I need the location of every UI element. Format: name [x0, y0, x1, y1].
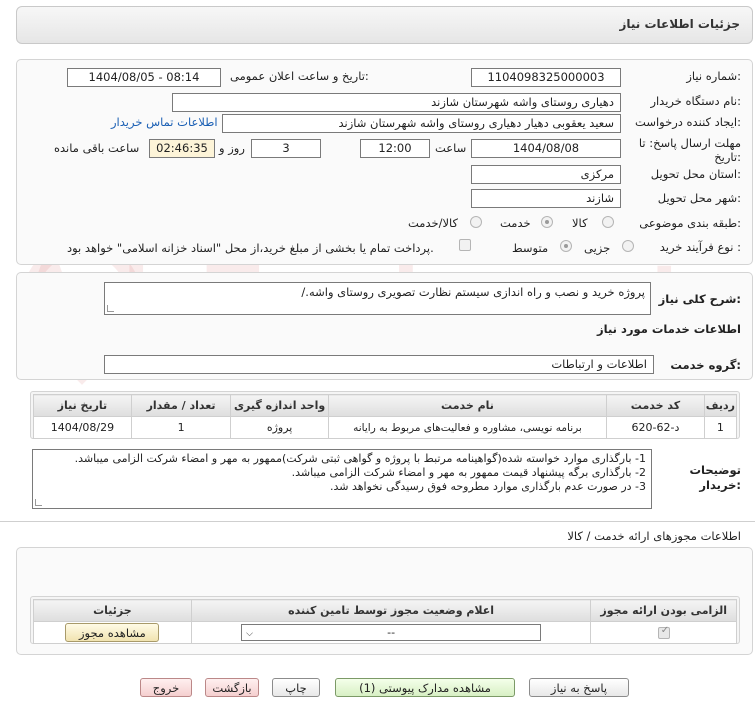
resize-handle-icon[interactable]: [35, 499, 42, 506]
days-remaining-field: 3: [251, 139, 321, 158]
cell-permit-details: مشاهده مجوز: [33, 621, 192, 644]
permits-table: الزامی بودن ارائه مجوز اعلام وضعیت مجوز …: [33, 599, 737, 644]
col-need-date: تاریخ نیاز: [33, 394, 132, 417]
treasury-payment-checkbox[interactable]: [459, 239, 471, 251]
col-unit: واحد اندازه گیری: [230, 394, 329, 417]
time-remaining-label: ساعت باقی مانده: [54, 141, 140, 155]
page-header: جزئیات اطلاعات نیاز: [16, 6, 753, 44]
buyer-notes-label: توضیحات خریدار:: [689, 463, 742, 492]
process-radio-medium[interactable]: [560, 240, 572, 252]
services-table-wrap: ردیف کد خدمت نام خدمت واحد اندازه گیری ت…: [30, 391, 740, 439]
col-permit-details: جزئیات: [33, 599, 192, 622]
permit-status-value: --: [387, 626, 396, 639]
city-field: شازند: [471, 189, 621, 208]
need-description-textarea[interactable]: پروژه خرید و نصب و راه اندازی سیستم نظار…: [104, 282, 651, 315]
permit-status-select[interactable]: -- ⌵: [241, 624, 542, 641]
creator-field: سعید یعقوبی دهیار دهیاری روستای واشه شهر…: [222, 114, 621, 133]
cell-unit: پروژه: [230, 416, 329, 439]
col-quantity: تعداد / مقدار: [130, 394, 232, 417]
exit-button[interactable]: خروج: [140, 678, 192, 697]
col-permit-status: اعلام وضعیت مجوز توسط تامین کننده: [190, 599, 592, 622]
reply-to-need-button[interactable]: پاسخ به نیاز: [529, 678, 629, 697]
need-description-text: پروژه خرید و نصب و راه اندازی سیستم نظار…: [301, 285, 645, 299]
buyer-notes-textarea[interactable]: 1- بارگذاری موارد خواسته شده(گواهینامه م…: [32, 449, 652, 509]
page-title: جزئیات اطلاعات نیاز: [619, 17, 740, 31]
treasury-payment-note: پرداخت تمام یا بخشی از مبلغ خرید،از محل …: [67, 241, 434, 255]
category-radio-goods[interactable]: [602, 216, 614, 228]
chevron-down-icon: ⌵: [246, 629, 253, 639]
service-group-field: اطلاعات و ارتباطات: [104, 355, 654, 374]
buyer-org-field: دهیاری روستای واشه شهرستان شازند: [172, 93, 621, 112]
deadline-time-label: ساعت: [435, 141, 467, 155]
cell-permit-required: ✓: [590, 621, 737, 644]
need-number-field: 1104098325000003: [471, 68, 621, 87]
view-attachments-button[interactable]: مشاهده مدارک پیوستی (1): [335, 678, 515, 697]
col-service-code: کد خدمت: [606, 394, 705, 417]
province-field: مرکزی: [471, 165, 621, 184]
services-table: ردیف کد خدمت نام خدمت واحد اندازه گیری ت…: [33, 394, 738, 439]
permit-required-checkbox[interactable]: ✓: [657, 625, 670, 639]
process-label: نوع فرآیند خرید :: [659, 240, 741, 254]
category-option-goods: کالا: [572, 216, 588, 230]
category-option-goods-service: کالا/خدمت: [408, 216, 459, 230]
cell-row: 1: [703, 416, 738, 439]
check-icon: ✓: [660, 625, 670, 636]
need-number-label: شماره نیاز:: [686, 69, 741, 83]
deadline-time-field: 12:00: [360, 139, 430, 158]
cell-permit-status: -- ⌵: [190, 621, 592, 644]
deadline-date-field: 1404/08/08: [471, 139, 621, 158]
print-button[interactable]: چاپ: [272, 678, 320, 697]
cell-service-code: د-62-620: [606, 416, 705, 439]
days-label: روز و: [219, 141, 245, 155]
col-permit-required: الزامی بودن ارائه مجوز: [590, 599, 737, 622]
time-remaining-field: 02:46:35: [149, 139, 215, 158]
table-row: 1 د-62-620 برنامه نویسی، مشاوره و فعالیت…: [33, 416, 738, 439]
col-service-name: نام خدمت: [327, 394, 608, 417]
resize-handle-icon[interactable]: [107, 305, 114, 312]
deadline-label: مهلت ارسال پاسخ: تا تاریخ:: [638, 136, 741, 164]
permits-table-header: الزامی بودن ارائه مجوز اعلام وضعیت مجوز …: [33, 599, 737, 622]
services-table-header: ردیف کد خدمت نام خدمت واحد اندازه گیری ت…: [33, 394, 738, 417]
need-description-label: شرح کلی نیاز:: [658, 292, 741, 306]
cell-quantity: 1: [130, 416, 232, 439]
creator-label: ایجاد کننده درخواست:: [635, 115, 741, 129]
view-permit-button[interactable]: مشاهده مجوز: [65, 623, 160, 642]
buyer-note-line: 3- در صورت عدم بارگذاری موارد مطروحه فوق…: [330, 480, 646, 493]
permits-table-wrap: الزامی بودن ارائه مجوز اعلام وضعیت مجوز …: [30, 596, 740, 644]
services-heading: اطلاعات خدمات مورد نیاز: [597, 322, 741, 336]
section-divider: [0, 521, 755, 522]
table-row: ✓ -- ⌵ مشاهده مجوز: [33, 621, 737, 644]
category-radio-service[interactable]: [541, 216, 553, 228]
cell-need-date: 1404/08/29: [33, 416, 132, 439]
announce-datetime-field: 1404/08/05 - 08:14: [67, 68, 221, 87]
city-label: شهر محل تحویل:: [657, 191, 741, 205]
permits-heading: اطلاعات مجوزهای ارائه خدمت / کالا: [567, 529, 741, 543]
service-group-label: گروه خدمت:: [670, 358, 741, 372]
back-button[interactable]: بازگشت: [205, 678, 259, 697]
category-option-service: خدمت: [500, 216, 531, 230]
province-label: استان محل تحویل:: [650, 167, 741, 181]
cell-service-name: برنامه نویسی، مشاوره و فعالیت‌های مربوط …: [327, 416, 608, 439]
process-option-medium: متوسط: [512, 241, 549, 255]
buyer-contact-link[interactable]: اطلاعات تماس خریدار: [111, 115, 218, 129]
col-row: ردیف: [703, 394, 738, 417]
buyer-org-label: نام دستگاه خریدار:: [650, 94, 741, 108]
category-radio-goods-service[interactable]: [470, 216, 482, 228]
announce-label: تاریخ و ساعت اعلان عمومی:: [230, 69, 369, 83]
process-option-minor: جزیی: [584, 241, 611, 255]
category-label: طبقه بندی موضوعی:: [639, 216, 741, 230]
process-radio-minor[interactable]: [622, 240, 634, 252]
buyer-note-line: 1- بارگذاری موارد خواسته شده(گواهینامه م…: [74, 452, 646, 465]
buyer-note-line: 2- بارگذاری برگه پیشنهاد قیمت ممهور به م…: [291, 466, 646, 479]
